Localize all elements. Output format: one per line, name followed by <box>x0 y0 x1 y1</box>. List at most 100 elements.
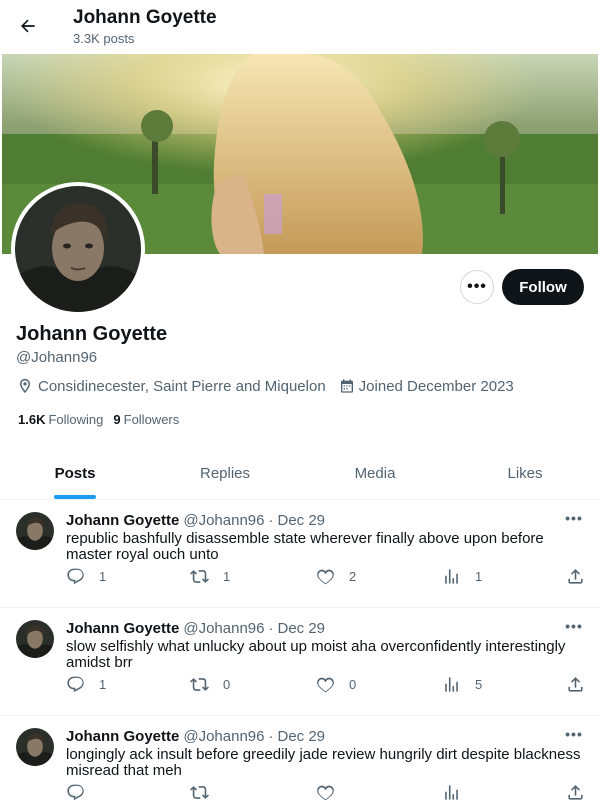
location-text: Considinecester, Saint Pierre and Miquel… <box>38 377 326 395</box>
views-chart-icon <box>445 785 458 800</box>
profile-location: Considinecester, Saint Pierre and Miquel… <box>16 377 326 395</box>
profile-handle: @Johann96 <box>16 349 98 366</box>
tweet-actions <box>66 783 586 800</box>
tweet-avatar[interactable] <box>16 728 54 766</box>
reply-button[interactable] <box>66 783 99 800</box>
views-chart-icon <box>445 677 458 692</box>
tab-posts[interactable]: Posts <box>0 448 150 499</box>
views-button[interactable] <box>442 783 475 800</box>
tweet-author-handle[interactable]: @Johann96 <box>183 728 264 745</box>
profile-joined: Joined December 2023 <box>339 378 514 395</box>
retweet-icon <box>190 570 209 583</box>
heart-icon <box>317 785 334 800</box>
tweet-text: longingly ack insult before greedily jad… <box>66 746 581 779</box>
location-pin-icon <box>19 378 31 394</box>
profile-tabs: Posts Replies Media Likes <box>0 448 600 500</box>
more-options-button[interactable]: ••• <box>460 270 494 304</box>
reply-count: 1 <box>99 677 107 692</box>
following-link[interactable]: 1.6K Following <box>18 412 103 427</box>
share-icon <box>568 677 583 692</box>
retweet-count: 1 <box>223 569 231 584</box>
tweet[interactable]: Johann Goyette @Johann96 · Dec 29 ••• re… <box>0 500 600 608</box>
profile-avatar[interactable] <box>11 182 145 316</box>
views-count: 5 <box>475 677 483 692</box>
tweet-author-name[interactable]: Johann Goyette <box>66 620 179 637</box>
retweet-icon <box>190 678 209 691</box>
heart-icon <box>317 569 334 585</box>
tweet[interactable]: Johann Goyette @Johann96 · Dec 29 ••• sl… <box>0 608 600 716</box>
tweet-header: Johann Goyette @Johann96 · Dec 29 <box>66 620 325 637</box>
heart-icon <box>317 677 334 693</box>
separator-dot: · <box>268 728 274 745</box>
like-count: 0 <box>349 677 357 692</box>
share-icon <box>568 569 583 584</box>
share-button[interactable] <box>566 783 585 800</box>
retweet-button[interactable]: 1 <box>190 567 230 586</box>
following-count: 1.6K <box>18 412 46 427</box>
tweet-header: Johann Goyette @Johann96 · Dec 29 <box>66 728 325 745</box>
follow-button[interactable]: Follow <box>502 269 584 305</box>
tweet-avatar[interactable] <box>16 620 54 658</box>
tweet-author-name[interactable]: Johann Goyette <box>66 512 179 529</box>
reply-count: 1 <box>99 569 107 584</box>
joined-text: Joined December 2023 <box>358 377 514 395</box>
reply-icon <box>67 676 84 693</box>
share-button[interactable] <box>566 567 585 586</box>
views-button[interactable]: 1 <box>442 567 482 586</box>
tweet-more-button[interactable]: ••• <box>562 510 586 530</box>
tweet-header: Johann Goyette @Johann96 · Dec 29 <box>66 512 325 529</box>
tweet-date[interactable]: Dec 29 <box>277 728 325 745</box>
retweet-button[interactable] <box>190 783 223 800</box>
profile-meta: Considinecester, Saint Pierre and Miquel… <box>16 377 527 395</box>
like-button[interactable]: 2 <box>316 567 356 586</box>
tweet-actions: 1 1 2 1 <box>66 567 586 587</box>
reply-button[interactable]: 1 <box>66 567 106 586</box>
share-icon <box>568 785 583 800</box>
separator-dot: · <box>268 620 274 637</box>
followers-link[interactable]: 9 Followers <box>113 412 179 427</box>
tweet-author-handle[interactable]: @Johann96 <box>183 512 264 529</box>
share-button[interactable] <box>566 675 585 694</box>
tweet-author-handle[interactable]: @Johann96 <box>183 620 264 637</box>
followers-label: Followers <box>123 412 180 427</box>
followers-count: 9 <box>113 412 121 427</box>
active-tab-indicator <box>54 495 96 499</box>
reply-button[interactable]: 1 <box>66 675 106 694</box>
views-count: 1 <box>475 569 483 584</box>
like-button[interactable]: 0 <box>316 675 356 694</box>
views-button[interactable]: 5 <box>442 675 482 694</box>
arrow-left-icon <box>21 19 35 33</box>
reply-icon <box>67 784 84 800</box>
tab-media[interactable]: Media <box>300 448 450 499</box>
tweet-date[interactable]: Dec 29 <box>277 512 325 529</box>
tweet-avatar[interactable] <box>16 512 54 550</box>
tweet-actions: 1 0 0 5 <box>66 675 586 695</box>
views-chart-icon <box>445 569 458 584</box>
tab-label: Replies <box>199 465 251 482</box>
retweet-button[interactable]: 0 <box>190 675 230 694</box>
tab-label: Likes <box>507 465 543 482</box>
posts-count: 3.3K posts <box>73 31 135 46</box>
like-button[interactable] <box>316 783 349 800</box>
tab-replies[interactable]: Replies <box>150 448 300 499</box>
tweet[interactable]: Johann Goyette @Johann96 · Dec 29 ••• lo… <box>0 716 600 800</box>
tweet-text: republic bashfully disassemble state whe… <box>66 530 544 563</box>
reply-icon <box>67 568 84 585</box>
header-title: Johann Goyette <box>73 7 217 28</box>
separator-dot: · <box>268 512 274 529</box>
tab-label: Media <box>354 465 396 482</box>
calendar-icon <box>340 379 353 393</box>
tweet-author-name[interactable]: Johann Goyette <box>66 728 179 745</box>
tweet-more-button[interactable]: ••• <box>562 618 586 638</box>
tweet-text: slow selfishly what unlucky about up moi… <box>66 638 566 671</box>
follow-stats: 1.6K Following 9 Followers <box>18 412 179 427</box>
tweet-more-button[interactable]: ••• <box>562 726 586 746</box>
following-label: Following <box>48 412 104 427</box>
tab-likes[interactable]: Likes <box>450 448 600 499</box>
retweet-count: 0 <box>223 677 231 692</box>
back-button[interactable] <box>12 10 44 42</box>
tab-label: Posts <box>54 465 96 482</box>
retweet-icon <box>190 786 209 799</box>
top-bar: Johann Goyette 3.3K posts <box>0 0 600 54</box>
tweet-date[interactable]: Dec 29 <box>277 620 325 637</box>
